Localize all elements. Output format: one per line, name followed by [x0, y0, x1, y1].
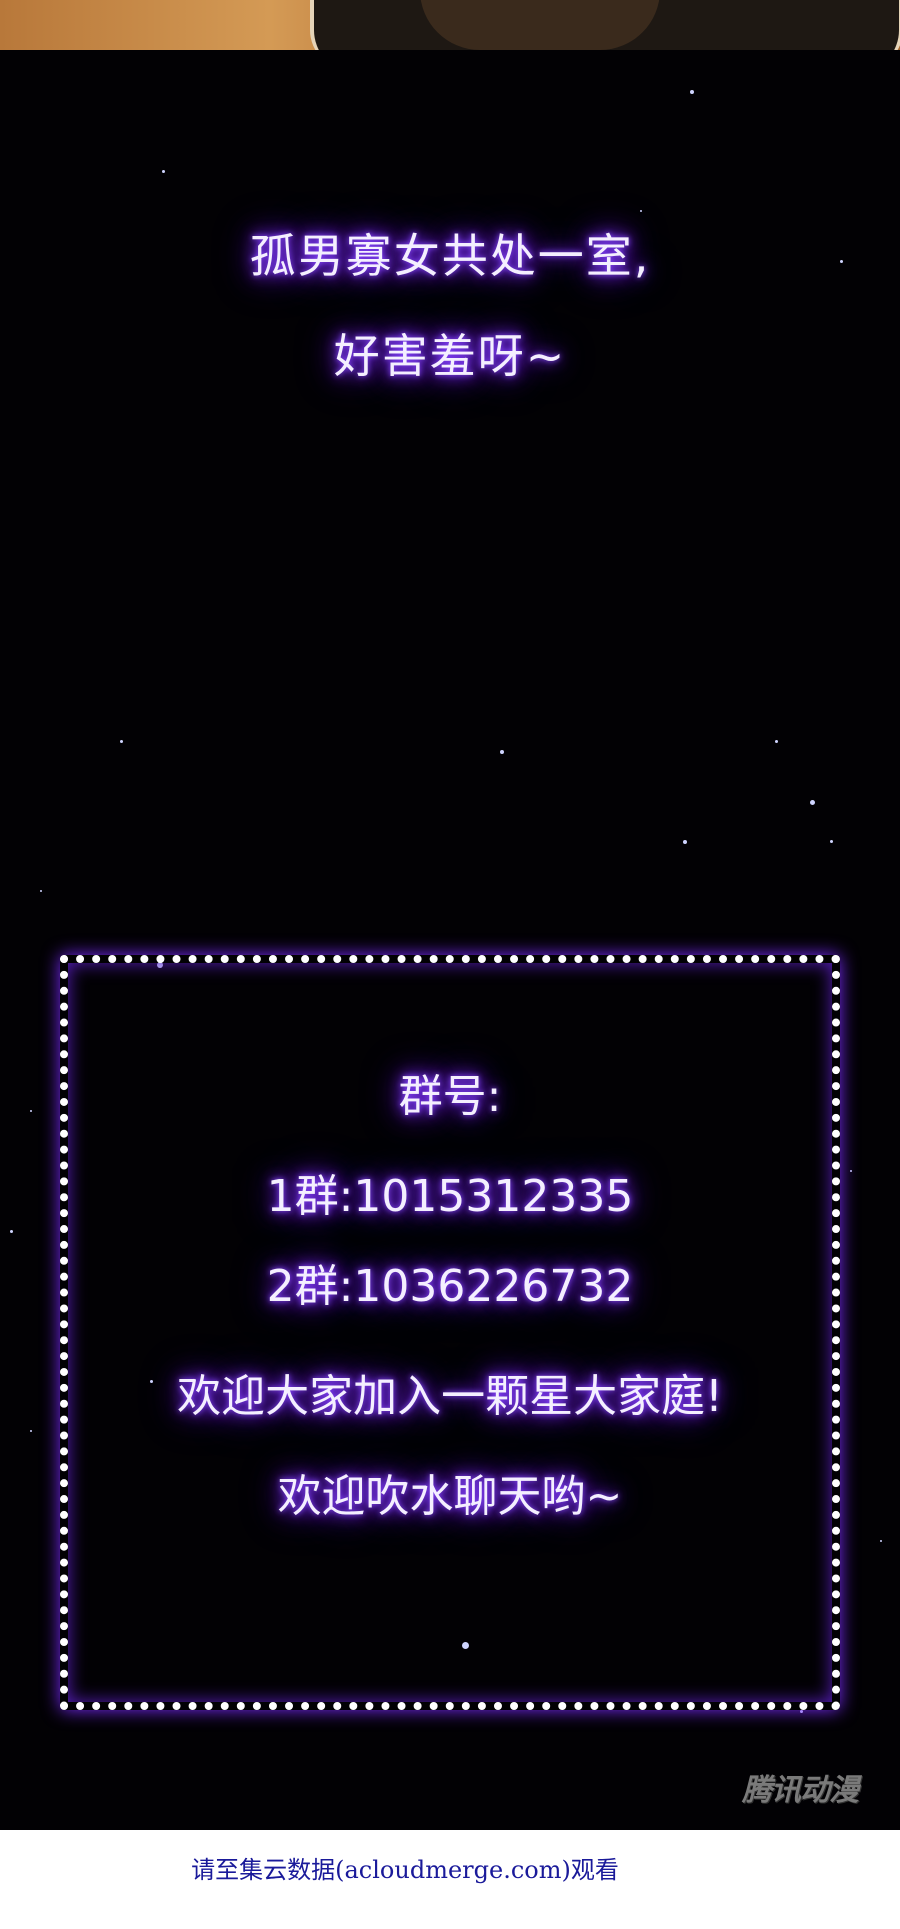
star	[800, 1710, 803, 1713]
star	[775, 740, 778, 743]
intro-line-1: 孤男寡女共处一室,	[249, 229, 651, 283]
star	[683, 840, 687, 844]
comic-panel: 孤男寡女共处一室, 好害羞呀~ 群号: 1群:1015312335 2群:103…	[0, 50, 900, 1830]
welcome-line-2: 欢迎吹水聊天哟~	[277, 1471, 623, 1522]
star	[10, 1230, 13, 1233]
footer-source-link[interactable]: 请至集云数据(acloudmerge.com)观看	[0, 1850, 810, 1885]
group-2-number: 2群:1036226732	[266, 1261, 634, 1312]
footer: 请至集云数据(acloudmerge.com)观看	[0, 1830, 900, 1929]
group-heading: 群号:	[398, 1071, 502, 1122]
character-hair	[420, 0, 660, 50]
star	[30, 1430, 32, 1432]
star	[830, 840, 833, 843]
star	[500, 750, 504, 754]
tencent-comic-watermark: 腾讯动漫	[742, 1773, 859, 1808]
star	[810, 800, 815, 805]
star	[640, 210, 642, 212]
welcome-line-1: 欢迎大家加入一颗星大家庭!	[177, 1371, 723, 1422]
group-1-number: 1群:1015312335	[266, 1171, 634, 1222]
star	[690, 90, 694, 94]
intro-line-2: 好害羞呀~	[333, 329, 567, 383]
star	[40, 890, 42, 892]
previous-panel-strip	[0, 0, 900, 50]
star	[880, 1540, 882, 1542]
star	[120, 740, 123, 743]
star	[162, 170, 165, 173]
